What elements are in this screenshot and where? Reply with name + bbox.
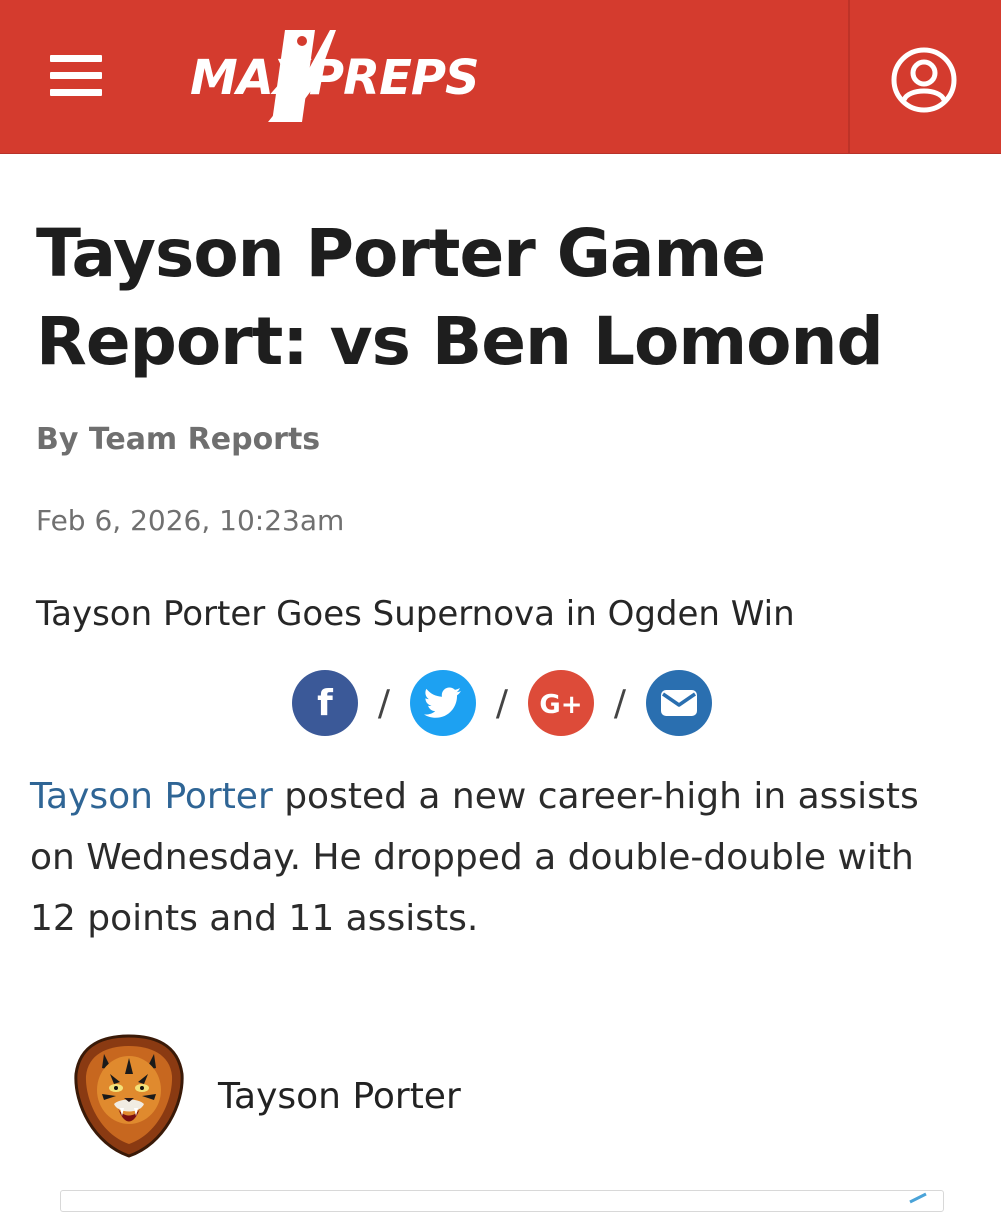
hamburger-menu-icon[interactable] [40, 42, 112, 110]
google-plus-glyph: G+ [539, 690, 582, 720]
envelope-icon [661, 690, 697, 716]
article-subhead: Tayson Porter Goes Supernova in Ogden Wi… [36, 594, 795, 634]
share-bar: f / / G+ / [292, 670, 712, 736]
brand-wordmark: MAXPREPS [190, 50, 480, 106]
share-separator: / [495, 682, 509, 724]
twitter-bird-icon [423, 687, 461, 718]
twitter-share-button[interactable] [410, 670, 476, 736]
maxpreps-logo[interactable]: MAXPREPS [190, 26, 500, 126]
ad-choices-icon[interactable] [906, 1192, 930, 1204]
facebook-glyph: f [317, 683, 333, 724]
google-plus-share-button[interactable]: G+ [528, 670, 594, 736]
menu-bar [50, 89, 102, 96]
header-divider [848, 0, 850, 153]
facebook-icon: f [317, 683, 333, 724]
email-share-button[interactable] [646, 670, 712, 736]
article-byline[interactable]: By Team Reports [36, 422, 320, 457]
player-name[interactable]: Tayson Porter [218, 1076, 461, 1117]
player-link[interactable]: Tayson Porter [30, 776, 273, 817]
google-plus-icon: G+ [539, 690, 582, 720]
article-title: Tayson Porter Game Report: vs Ben Lomond [36, 215, 884, 380]
user-account-icon[interactable] [890, 46, 958, 114]
menu-bar [50, 72, 102, 79]
player-card[interactable]: Tayson Porter [74, 1034, 461, 1158]
tiger-mascot-logo[interactable] [74, 1034, 184, 1158]
article-body: Tayson Porter posted a new career-high i… [30, 766, 970, 949]
site-header: MAXPREPS [0, 0, 1001, 154]
share-separator: / [377, 682, 391, 724]
menu-bar [50, 55, 102, 62]
facebook-share-button[interactable]: f [292, 670, 358, 736]
article-date: Feb 6, 2026, 10:23am [36, 504, 345, 537]
share-separator: / [613, 682, 627, 724]
next-card-edge [60, 1190, 944, 1212]
